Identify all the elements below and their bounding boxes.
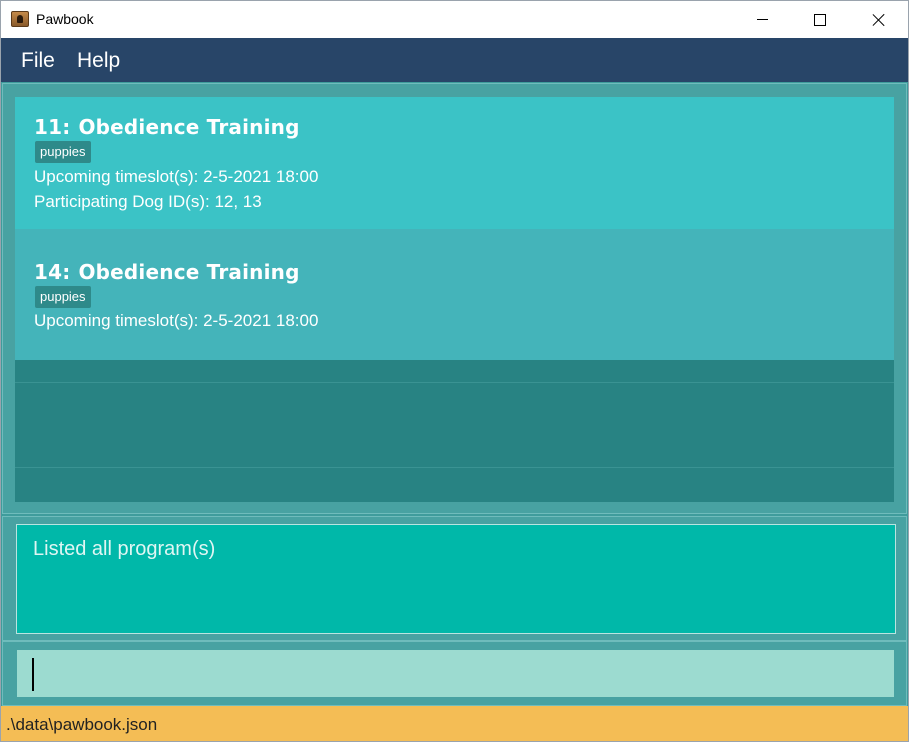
close-icon	[872, 13, 886, 27]
result-display[interactable]: Listed all program(s)	[16, 524, 896, 634]
program-timeslots: Upcoming timeslot(s): 2-5-2021 18:00	[34, 311, 319, 330]
maximize-button[interactable]	[791, 1, 849, 38]
menu-file[interactable]: File	[21, 49, 55, 73]
program-timeslots: Upcoming timeslot(s): 2-5-2021 18:00	[34, 167, 319, 186]
menu-bar: File Help	[1, 38, 908, 82]
window-title: Pawbook	[36, 11, 94, 27]
app-window: Pawbook File Help 11: Obedience Training …	[0, 0, 909, 742]
minimize-button[interactable]	[733, 1, 791, 38]
save-file-path: .\data\pawbook.json	[6, 715, 158, 734]
program-index: 11:	[34, 115, 71, 139]
minimize-icon	[756, 19, 768, 20]
command-input[interactable]	[17, 650, 894, 697]
program-card-title: 11: Obedience Training	[34, 115, 300, 139]
program-card-title: 14: Obedience Training	[34, 260, 300, 284]
pawbook-app-icon	[11, 11, 29, 27]
program-card[interactable]: 11: Obedience Training puppies Upcoming t…	[15, 97, 894, 229]
program-card[interactable]: 14: Obedience Training puppies Upcoming t…	[15, 229, 894, 360]
title-bar[interactable]: Pawbook	[1, 1, 908, 38]
menu-help[interactable]: Help	[77, 49, 120, 73]
program-name: Obedience Training	[78, 260, 300, 284]
maximize-icon	[814, 13, 826, 26]
result-message: Listed all program(s)	[33, 538, 216, 560]
empty-list-row	[15, 360, 894, 381]
close-button[interactable]	[850, 1, 908, 38]
program-index: 14:	[34, 260, 71, 284]
empty-list-row	[15, 382, 894, 468]
empty-list-row	[15, 467, 894, 502]
program-dog-ids: Participating Dog ID(s): 12, 13	[34, 192, 262, 211]
text-caret	[32, 658, 34, 691]
program-tag: puppies	[35, 141, 91, 163]
program-name: Obedience Training	[78, 115, 300, 139]
status-bar: .\data\pawbook.json	[1, 706, 908, 741]
program-tag: puppies	[35, 286, 91, 308]
